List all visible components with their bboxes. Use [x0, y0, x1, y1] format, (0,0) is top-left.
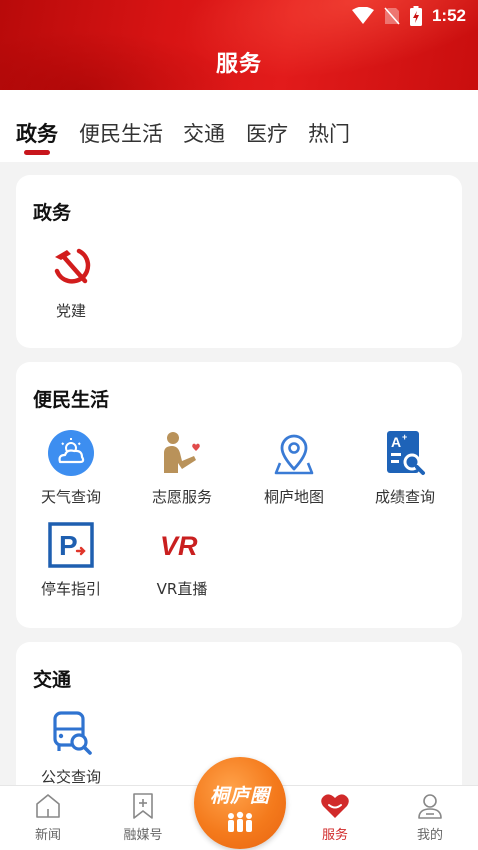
section-title: 政务 [33, 202, 72, 224]
service-item-label: 桐庐地图 [263, 488, 324, 506]
no-sim-icon [384, 7, 400, 25]
status-time: 1:52 [431, 6, 466, 25]
service-item-map[interactable]: 桐庐地图 [239, 428, 349, 507]
center-circle-button[interactable]: 桐庐圈 [194, 757, 286, 849]
tab-politics[interactable]: 政务 [16, 118, 58, 148]
page-title: 服务 [215, 52, 262, 77]
service-item-party[interactable]: 党建 [16, 242, 126, 321]
service-item-label: 党建 [55, 302, 86, 320]
svg-text:VR: VR [160, 531, 198, 561]
active-tab-indicator [24, 150, 50, 155]
service-item-label: VR直播 [156, 580, 208, 598]
section-title: 便民生活 [33, 389, 110, 411]
grade-search-icon: A + [380, 428, 430, 478]
service-item-label: 成绩查询 [374, 488, 435, 506]
wifi-icon [351, 7, 374, 24]
people-group-icon [228, 811, 252, 832]
section-politics: 政务 党建 [16, 175, 462, 348]
service-item-vr[interactable]: VR VR直播 [127, 520, 237, 599]
status-bar: 1:52 [351, 6, 466, 26]
svg-text:A: A [391, 434, 401, 450]
nav-item-media[interactable]: 融媒号 [103, 792, 183, 843]
nav-label: 我的 [416, 828, 443, 843]
tab-medical[interactable]: 医疗 [246, 118, 288, 148]
home-icon [36, 794, 60, 818]
map-pin-icon [269, 428, 319, 478]
nav-item-service[interactable]: 服务 [295, 792, 375, 843]
header: 1:52 服务 [0, 0, 478, 90]
tab-traffic[interactable]: 交通 [183, 118, 225, 148]
weather-icon [46, 428, 96, 478]
svg-text:P: P [59, 530, 78, 561]
service-item-volunteer[interactable]: 志愿服务 [127, 428, 237, 507]
party-emblem-icon [46, 242, 96, 292]
section-title: 交通 [33, 669, 72, 691]
service-item-label: 公交查询 [40, 768, 101, 786]
service-item-label: 志愿服务 [151, 488, 212, 506]
section-life: 便民生活 天气查询 志愿服务 桐庐地图 A + 成绩查询 P 停车指引 VR V… [16, 362, 462, 628]
service-item-weather[interactable]: 天气查询 [16, 428, 126, 507]
service-item-grades[interactable]: A + 成绩查询 [350, 428, 460, 507]
nav-label: 融媒号 [123, 828, 163, 843]
heart-service-icon [321, 794, 349, 818]
vr-icon: VR [157, 520, 207, 570]
nav-label: 新闻 [34, 828, 61, 843]
category-tabs: 政务 便民生活 交通 医疗 热门 [0, 90, 478, 162]
bus-search-icon [46, 708, 96, 758]
nav-label: 服务 [321, 828, 348, 843]
service-item-parking[interactable]: P 停车指引 [16, 520, 126, 599]
parking-icon: P [46, 520, 96, 570]
volunteer-icon [157, 428, 207, 478]
svg-text:+: + [402, 432, 407, 442]
center-button-label: 桐庐圈 [209, 785, 270, 807]
bookmark-plus-icon [133, 793, 153, 819]
tab-life[interactable]: 便民生活 [79, 118, 163, 148]
battery-charging-icon [409, 6, 422, 26]
tab-hot[interactable]: 热门 [308, 118, 350, 148]
nav-item-news[interactable]: 新闻 [8, 792, 88, 843]
service-item-bus[interactable]: 公交查询 [16, 708, 126, 787]
service-item-label: 天气查询 [40, 488, 101, 506]
user-icon [418, 794, 442, 819]
service-item-label: 停车指引 [40, 580, 101, 598]
nav-item-mine[interactable]: 我的 [390, 792, 470, 843]
